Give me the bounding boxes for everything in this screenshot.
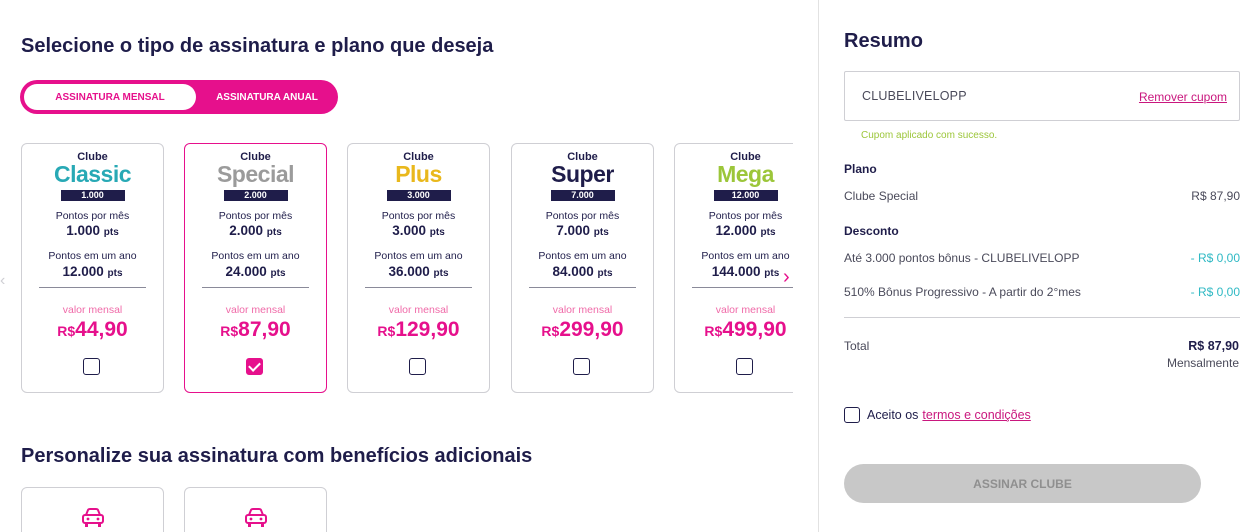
plan-card-mega[interactable]: Clube Mega 12.000 Pontos por mês 12.000 … [674, 143, 793, 393]
plan-logo-name: Mega [717, 161, 774, 187]
coupon-success-message: Cupom aplicado com sucesso. [861, 130, 998, 141]
card-divider [39, 287, 146, 288]
plan-logo-badge: 7.000 [550, 190, 615, 201]
benefit-card[interactable] [184, 487, 327, 532]
plan-logo-name: Classic [53, 161, 132, 187]
discount-label: 510% Bônus Progressivo - A partir do 2°m… [844, 285, 1081, 299]
points-per-year-value: 144.000 pts [711, 264, 780, 279]
plan-price: R$299,90 [541, 318, 624, 341]
card-divider [692, 287, 793, 288]
car-icon [82, 508, 104, 527]
points-per-year-value: 12.000 pts [62, 264, 123, 279]
discount-value: - R$ 0,00 [1190, 251, 1240, 265]
plan-logo: Clube Classic 1.000 [22, 152, 163, 203]
plan-logo-name: Super [551, 161, 614, 187]
discount-value: - R$ 0,00 [1190, 285, 1240, 299]
terms-checkbox[interactable] [844, 407, 860, 423]
points-per-month-value: 2.000 pts [229, 223, 282, 238]
plan-logo: Clube Mega 12.000 [675, 152, 793, 203]
price-label: valor mensal [62, 304, 123, 316]
points-per-year-value: 36.000 pts [388, 264, 449, 279]
plan-name: Clube Special [844, 189, 919, 203]
plan-heading: Plano [844, 162, 877, 176]
summary-divider [844, 317, 1240, 318]
annual-subscription-option[interactable]: ASSINATURA ANUAL [200, 84, 334, 110]
points-per-month-value: 1.000 pts [66, 223, 119, 238]
plan-selection-panel: Selecione o tipo de assinatura e plano q… [0, 0, 818, 532]
plan-logo: Clube Special 2.000 [185, 152, 326, 203]
plan-logo-name: Special [216, 161, 295, 187]
car-icon [245, 508, 267, 527]
points-per-month-label: Pontos por mês [55, 210, 130, 222]
benefits-title: Personalize sua assinatura com benefício… [21, 445, 533, 467]
plan-logo-badge: 12.000 [713, 190, 778, 201]
points-per-year-value: 84.000 pts [552, 264, 613, 279]
subscription-type-toggle: ASSINATURA MENSAL ASSINATURA ANUAL [20, 80, 338, 114]
points-per-year-label: Pontos em um ano [701, 250, 790, 262]
plan-price: R$ 87,90 [1191, 189, 1240, 203]
plan-card-special[interactable]: Clube Special 2.000 Pontos por mês 2.000… [184, 143, 327, 393]
points-per-month-label: Pontos por mês [218, 210, 293, 222]
terms-link[interactable]: termos e condições [922, 408, 1030, 422]
plan-price: R$129,90 [377, 318, 460, 341]
discount-row: 510% Bônus Progressivo - A partir do 2°m… [844, 285, 1240, 299]
monthly-subscription-option[interactable]: ASSINATURA MENSAL [24, 84, 196, 110]
plan-card-classic[interactable]: Clube Classic 1.000 Pontos por mês 1.000… [21, 143, 164, 393]
points-per-month-value: 7.000 pts [556, 223, 609, 238]
plan-card-super[interactable]: Clube Super 7.000 Pontos por mês 7.000 p… [511, 143, 654, 393]
plan-select-checkbox[interactable] [409, 358, 426, 375]
plan-price: R$87,90 [220, 318, 291, 341]
total-label: Total [844, 339, 870, 353]
plan-select-checkbox[interactable] [573, 358, 590, 375]
points-per-year-label: Pontos em um ano [211, 250, 300, 262]
plan-card-plus[interactable]: Clube Plus 3.000 Pontos por mês 3.000 pt… [347, 143, 490, 393]
plan-select-checkbox-checked[interactable] [246, 358, 263, 375]
total-period: Mensalmente [1166, 356, 1239, 370]
coupon-code: CLUBELIVELOPP [862, 89, 967, 103]
points-per-year-label: Pontos em um ano [374, 250, 463, 262]
plan-logo-name: Plus [395, 161, 442, 187]
plan-price: R$44,90 [57, 318, 128, 341]
points-per-month-value: 12.000 pts [715, 223, 776, 238]
summary-panel: Resumo CLUBELIVELOPP Remover cupom Cupom… [818, 0, 1255, 532]
points-per-year-value: 24.000 pts [225, 264, 286, 279]
discount-label: Até 3.000 pontos bônus - CLUBELIVELOPP [844, 251, 1080, 265]
plan-row: Clube Special R$ 87,90 [844, 189, 1240, 203]
plan-selection-title: Selecione o tipo de assinatura e plano q… [21, 35, 494, 57]
points-per-month-label: Pontos por mês [545, 210, 620, 222]
points-per-month-value: 3.000 pts [392, 223, 445, 238]
card-divider [529, 287, 636, 288]
points-per-year-label: Pontos em um ano [48, 250, 137, 262]
points-per-month-label: Pontos por mês [381, 210, 456, 222]
total-value: R$ 87,90 [1188, 339, 1239, 353]
subscribe-button[interactable]: ASSINAR CLUBE [844, 464, 1201, 503]
card-divider [365, 287, 472, 288]
price-label: valor mensal [225, 304, 286, 316]
plan-logo-badge: 2.000 [223, 190, 288, 201]
benefit-card[interactable] [21, 487, 164, 532]
remove-coupon-link[interactable]: Remover cupom [1139, 90, 1227, 104]
price-label: valor mensal [388, 304, 449, 316]
plan-select-checkbox[interactable] [83, 358, 100, 375]
plan-logo-badge: 3.000 [386, 190, 451, 201]
coupon-field[interactable]: CLUBELIVELOPP Remover cupom [844, 71, 1240, 121]
plan-logo-badge: 1.000 [60, 190, 125, 201]
price-label: valor mensal [715, 304, 776, 316]
terms-prefix: Aceito os [867, 408, 919, 422]
card-divider [202, 287, 309, 288]
price-label: valor mensal [552, 304, 613, 316]
plan-select-checkbox[interactable] [736, 358, 753, 375]
discount-heading: Desconto [844, 224, 899, 238]
points-per-month-label: Pontos por mês [708, 210, 783, 222]
terms-acceptance: Aceito os termos e condições [844, 407, 1031, 423]
carousel-next-icon[interactable]: › [783, 266, 790, 289]
plan-logo: Clube Super 7.000 [512, 152, 653, 203]
discount-row: Até 3.000 pontos bônus - CLUBELIVELOPP -… [844, 251, 1240, 265]
plan-carousel: Clube Classic 1.000 Pontos por mês 1.000… [0, 140, 793, 400]
plan-price: R$499,90 [704, 318, 787, 341]
summary-title: Resumo [844, 30, 923, 52]
plan-logo: Clube Plus 3.000 [348, 152, 489, 203]
points-per-year-label: Pontos em um ano [538, 250, 627, 262]
